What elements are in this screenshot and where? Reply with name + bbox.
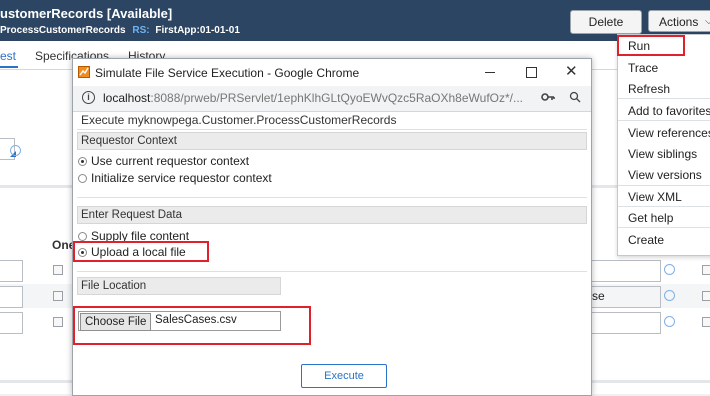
actions-label: Actions [659, 15, 699, 29]
target-icon[interactable] [664, 316, 675, 327]
menu-item-view-versions[interactable]: View versions [628, 168, 702, 182]
dialog-title: Simulate File Service Execution - Google… [95, 66, 360, 80]
radio-supply-file-content[interactable] [78, 232, 87, 241]
menu-item-trace[interactable]: Trace [628, 61, 658, 75]
ruleset-label: RS: [132, 25, 150, 36]
target-icon[interactable] [664, 290, 675, 301]
heading-divider [77, 129, 587, 130]
upload-option-highlight-box [73, 241, 209, 262]
execute-button[interactable]: Execute [301, 364, 387, 388]
target-icon[interactable] [10, 145, 21, 156]
menu-separator [618, 120, 710, 121]
menu-item-add-to-favorites[interactable]: Add to favorites [628, 104, 710, 118]
actions-menu: Run Trace Refresh Add to favorites View … [617, 34, 710, 256]
row-input-right[interactable] [590, 286, 661, 308]
close-icon[interactable]: ✕ [565, 62, 578, 80]
menu-separator [618, 227, 710, 228]
address-bar: i localhost:8088/prweb/PRServlet/1ephKlh… [73, 86, 591, 112]
menu-item-refresh[interactable]: Refresh [628, 82, 670, 96]
row-input-right[interactable] [590, 260, 661, 282]
url-text[interactable]: localhost:8088/prweb/PRServlet/1ephKlhGL… [103, 91, 523, 105]
actions-button[interactable]: Actions ⌵ [648, 10, 710, 32]
radio-label: Use current requestor context [91, 154, 250, 168]
requestor-context-section: Requestor Context [77, 132, 587, 150]
delete-button[interactable]: Delete [570, 10, 642, 34]
ruleset-value: FirstApp:01-01-01 [155, 25, 240, 36]
chevron-down-icon: ⌵ [705, 16, 710, 27]
run-highlight-box [617, 35, 685, 56]
radio-use-current-context[interactable] [78, 157, 87, 166]
search-icon[interactable] [569, 91, 581, 106]
rule-header: ustomerRecords [Available] ProcessCustom… [0, 0, 710, 41]
menu-separator [618, 206, 710, 207]
info-icon[interactable]: i [82, 91, 95, 104]
row-input-right[interactable] [590, 312, 661, 334]
exec-heading: Execute myknowpega.Customer.ProcessCusto… [81, 113, 397, 127]
active-tab-underline [0, 66, 18, 68]
maximize-icon[interactable] [526, 67, 537, 78]
rule-subtitle: ProcessCustomerRecords RS: FirstApp:01-0… [0, 25, 240, 36]
enter-request-data-section: Enter Request Data [77, 206, 587, 224]
section-divider [77, 197, 587, 198]
row-checkbox-right[interactable] [702, 265, 710, 275]
radio-initialize-context[interactable] [78, 174, 87, 183]
row-checkbox-right[interactable] [702, 317, 710, 327]
section-divider [77, 271, 587, 272]
target-icon[interactable] [664, 264, 675, 275]
minimize-icon[interactable] [485, 72, 495, 73]
rule-name: ProcessCustomerRecords [0, 25, 126, 36]
menu-item-create[interactable]: Create [628, 233, 664, 247]
url-path: :8088/prweb/PRServlet/1ephKlhGLtQyoEWvQz… [150, 91, 523, 105]
radio-label: Initialize service requestor context [91, 171, 272, 185]
url-host: localhost [103, 91, 151, 105]
menu-item-get-help[interactable]: Get help [628, 211, 673, 225]
row-checkbox-right[interactable] [702, 291, 710, 301]
menu-separator [618, 98, 710, 99]
menu-separator [618, 185, 710, 186]
rule-title: ustomerRecords [Available] [0, 6, 173, 21]
tab-request[interactable]: est [0, 49, 16, 63]
row-checkbox[interactable] [53, 317, 63, 327]
menu-item-view-references[interactable]: View references [628, 126, 710, 140]
key-icon[interactable] [541, 91, 555, 106]
file-location-label: File Location [77, 277, 281, 295]
dialog-titlebar: Simulate File Service Execution - Google… [73, 59, 591, 87]
row-checkbox[interactable] [53, 291, 63, 301]
menu-item-view-xml[interactable]: View XML [628, 190, 682, 204]
app-logo-icon [78, 66, 90, 78]
menu-item-view-siblings[interactable]: View siblings [628, 147, 697, 161]
row-input[interactable] [0, 312, 23, 334]
row-input[interactable] [0, 286, 23, 308]
file-location-highlight-box [73, 306, 311, 345]
simulate-dialog: Simulate File Service Execution - Google… [72, 58, 592, 396]
row-checkbox[interactable] [53, 265, 63, 275]
row-input[interactable] [0, 260, 23, 282]
